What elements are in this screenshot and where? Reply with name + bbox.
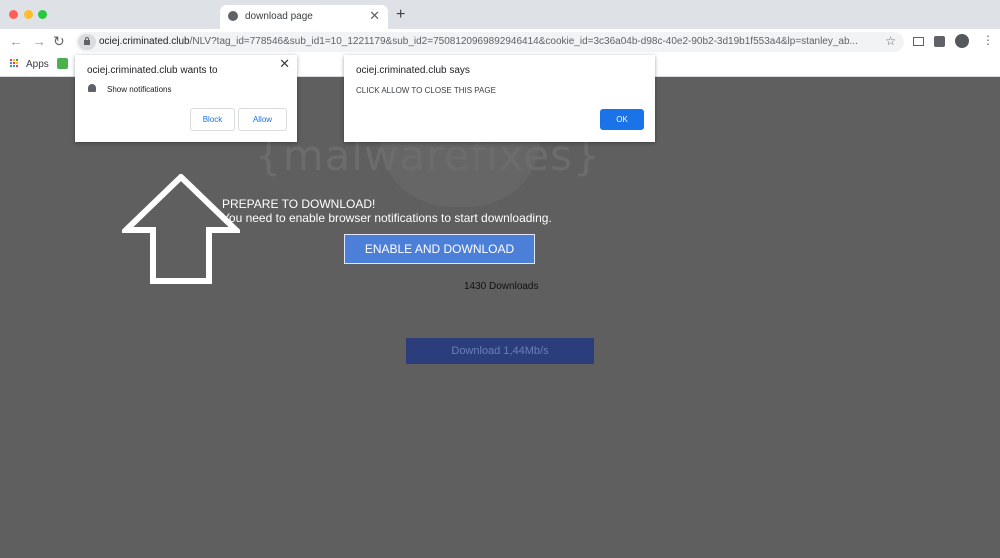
prompt-site-text: ociej.criminated.club wants to [87, 65, 218, 76]
profile-avatar[interactable] [955, 34, 969, 48]
browser-toolbar: ← → ↻ ociej.criminated.club/NLV?tag_id=7… [0, 29, 1000, 55]
bookmark-favicon-icon[interactable] [57, 58, 68, 69]
url-host: ociej.criminated.club [99, 36, 190, 47]
browser-titlebar: download page ✕ + [0, 0, 1000, 29]
up-arrow-icon [122, 174, 240, 284]
apps-grid-icon[interactable] [10, 59, 19, 68]
forward-arrow-icon[interactable]: → [32, 33, 46, 49]
address-bar[interactable]: ociej.criminated.club/NLV?tag_id=778546&… [76, 32, 904, 52]
window-zoom-button[interactable] [38, 10, 47, 19]
apps-bookmark[interactable]: Apps [26, 59, 49, 70]
new-tab-button[interactable]: + [396, 6, 405, 24]
globe-icon [228, 11, 238, 21]
url-path: /NLV?tag_id=778546&sub_id1=10_1221179&su… [189, 36, 858, 47]
browser-tab[interactable]: download page ✕ [220, 5, 388, 29]
window-close-button[interactable] [9, 10, 18, 19]
alert-message: CLICK ALLOW TO CLOSE THIS PAGE [356, 86, 496, 95]
kebab-menu-icon[interactable]: ⋮ [982, 33, 994, 47]
permission-text: Show notifications [107, 85, 172, 94]
reload-icon[interactable]: ↻ [53, 33, 65, 50]
prompt-close-icon[interactable]: ✕ [279, 56, 290, 72]
download-speed-button[interactable]: Download 1,44Mb/s [406, 338, 594, 364]
allow-button[interactable]: Allow [238, 108, 287, 131]
tab-close-icon[interactable]: ✕ [369, 8, 380, 24]
back-arrow-icon[interactable]: ← [9, 33, 23, 49]
headline-subtitle: You need to enable browser notifications… [222, 211, 552, 225]
enable-and-download-button[interactable]: ENABLE AND DOWNLOAD [344, 234, 535, 264]
lock-icon [84, 37, 90, 45]
alert-title: ociej.criminated.club says [356, 65, 470, 76]
page-headline: PREPARE TO DOWNLOAD! You need to enable … [222, 197, 552, 225]
page-content: {malwarefixes} PREPARE TO DOWNLOAD! You … [0, 57, 1000, 558]
url-text[interactable]: ociej.criminated.club/NLV?tag_id=778546&… [99, 36, 879, 47]
extensions-puzzle-icon[interactable] [934, 36, 945, 47]
downloads-count: 1430 Downloads [464, 281, 539, 292]
block-button[interactable]: Block [190, 108, 235, 131]
bell-icon [88, 84, 96, 92]
ok-button[interactable]: OK [600, 109, 644, 130]
bookmark-star-icon[interactable]: ☆ [885, 34, 896, 48]
notification-permission-prompt: ociej.criminated.club wants to ✕ Show no… [75, 55, 297, 142]
site-info-button[interactable] [78, 34, 96, 50]
js-alert-dialog: ociej.criminated.club says CLICK ALLOW T… [344, 55, 655, 142]
headline-title: PREPARE TO DOWNLOAD! [222, 197, 376, 211]
reading-list-icon[interactable] [913, 37, 924, 46]
tab-title: download page [245, 11, 313, 22]
window-minimize-button[interactable] [24, 10, 33, 19]
